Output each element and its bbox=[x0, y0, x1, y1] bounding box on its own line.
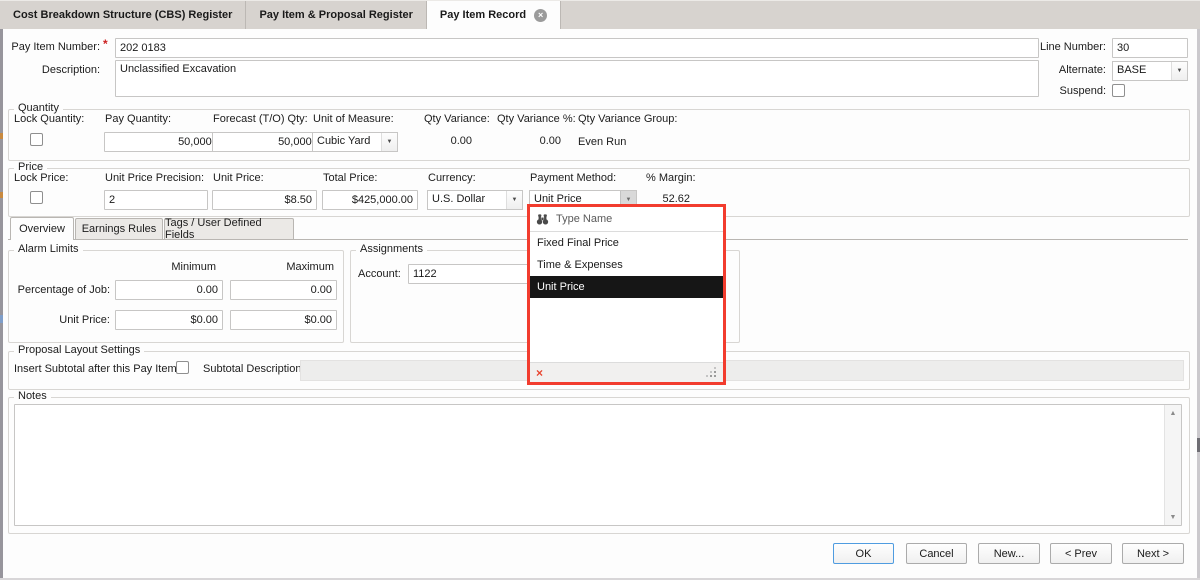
chevron-down-icon[interactable]: ▼ bbox=[1171, 62, 1187, 80]
qty-variance-value: 0.00 bbox=[424, 135, 472, 147]
binoculars-find-icon bbox=[536, 214, 549, 225]
account-label: Account: bbox=[358, 268, 401, 280]
pay-item-number-input[interactable] bbox=[115, 38, 1039, 58]
total-price-label: Total Price: bbox=[323, 172, 377, 184]
new-button[interactable]: New... bbox=[978, 543, 1040, 564]
close-tab-icon[interactable]: × bbox=[534, 9, 547, 22]
currency-label: Currency: bbox=[428, 172, 476, 184]
unit-price-input[interactable] bbox=[212, 190, 317, 210]
line-number-label: Line Number: bbox=[1038, 41, 1106, 53]
suspend-checkbox[interactable] bbox=[1112, 84, 1125, 97]
edge-tick bbox=[0, 133, 3, 139]
cancel-button[interactable]: Cancel bbox=[906, 543, 967, 564]
dropdown-search-input[interactable] bbox=[554, 212, 717, 226]
qty-variance-group-label: Qty Variance Group: bbox=[578, 113, 677, 125]
line-number-input[interactable] bbox=[1112, 38, 1188, 58]
unit-price-label: Unit Price: bbox=[213, 172, 264, 184]
pay-item-number-label: Pay Item Number: bbox=[8, 41, 100, 53]
required-marker: * bbox=[103, 37, 108, 51]
notes-scrollbar[interactable]: ▲ ▼ bbox=[1164, 405, 1181, 525]
notes-legend: Notes bbox=[14, 390, 51, 402]
lock-price-checkbox[interactable] bbox=[30, 191, 43, 204]
dropdown-item-fixed-final-price[interactable]: Fixed Final Price bbox=[530, 232, 723, 254]
dropdown-search-row bbox=[530, 207, 723, 232]
unit-of-measure-combo[interactable]: Cubic Yard ▼ bbox=[312, 132, 398, 152]
dropdown-footer: × bbox=[530, 362, 723, 382]
ok-button[interactable]: OK bbox=[833, 543, 894, 564]
subtotal-description-input[interactable] bbox=[300, 360, 1184, 381]
unit-price-precision-input[interactable] bbox=[104, 190, 208, 210]
insert-subtotal-checkbox[interactable] bbox=[176, 361, 189, 374]
minimum-header: Minimum bbox=[113, 261, 216, 273]
scroll-down-icon[interactable]: ▼ bbox=[1165, 509, 1181, 525]
notes-input[interactable] bbox=[14, 404, 1182, 526]
window-left-edge bbox=[0, 29, 3, 580]
assignments-legend: Assignments bbox=[356, 243, 427, 255]
alarm-limits-legend: Alarm Limits bbox=[14, 243, 83, 255]
total-price-input[interactable] bbox=[322, 190, 418, 210]
qty-variance-group-value: Even Run bbox=[578, 136, 626, 148]
unit-of-measure-label: Unit of Measure: bbox=[313, 113, 394, 125]
payment-method-label: Payment Method: bbox=[530, 172, 616, 184]
price-legend: Price bbox=[14, 161, 47, 173]
pay-item-record-window: Cost Breakdown Structure (CBS) Register … bbox=[0, 0, 1200, 580]
tab-cbs-register[interactable]: Cost Breakdown Structure (CBS) Register bbox=[0, 1, 246, 29]
lock-quantity-label: Lock Quantity: bbox=[14, 113, 84, 125]
tab-pay-item-proposal-register[interactable]: Pay Item & Proposal Register bbox=[246, 1, 426, 29]
suspend-label: Suspend: bbox=[1038, 85, 1106, 97]
next-button[interactable]: Next > bbox=[1122, 543, 1184, 564]
resize-grip[interactable] bbox=[707, 368, 717, 378]
clear-selection-icon[interactable]: × bbox=[536, 367, 543, 379]
percentage-of-job-label: Percentage of Job: bbox=[8, 284, 110, 296]
lock-quantity-checkbox[interactable] bbox=[30, 133, 43, 146]
pct-job-min-input[interactable] bbox=[115, 280, 223, 300]
unit-price-max-input[interactable] bbox=[230, 310, 337, 330]
qty-variance-pct-label: Qty Variance %: bbox=[497, 113, 576, 125]
subtab-earnings-rules[interactable]: Earnings Rules bbox=[75, 218, 163, 239]
subtab-tags-user-defined-fields[interactable]: Tags / User Defined Fields bbox=[164, 218, 294, 239]
chevron-down-icon[interactable]: ▼ bbox=[506, 191, 522, 209]
pct-job-max-input[interactable] bbox=[230, 280, 337, 300]
subtotal-description-label: Subtotal Description: bbox=[203, 363, 305, 375]
edge-tick bbox=[0, 315, 3, 323]
quantity-legend: Quantity bbox=[14, 102, 63, 114]
description-input[interactable]: Unclassified Excavation bbox=[115, 60, 1039, 97]
currency-combo[interactable]: U.S. Dollar ▼ bbox=[427, 190, 523, 210]
proposal-layout-legend: Proposal Layout Settings bbox=[14, 344, 144, 356]
alarm-unit-price-label: Unit Price: bbox=[8, 314, 110, 326]
chevron-down-icon[interactable]: ▼ bbox=[381, 133, 397, 151]
alternate-label: Alternate: bbox=[1038, 64, 1106, 76]
document-tab-bar: Cost Breakdown Structure (CBS) Register … bbox=[0, 0, 1200, 29]
unit-price-min-input[interactable] bbox=[115, 310, 223, 330]
maximum-header: Maximum bbox=[230, 261, 334, 273]
description-label: Description: bbox=[8, 64, 100, 76]
unit-price-precision-label: Unit Price Precision: bbox=[105, 172, 204, 184]
payment-method-dropdown-popup: Fixed Final Price Time & Expenses Unit P… bbox=[527, 204, 726, 385]
subtab-overview[interactable]: Overview bbox=[10, 217, 74, 240]
alternate-combo[interactable]: BASE ▼ bbox=[1112, 61, 1188, 81]
forecast-qty-label: Forecast (T/O) Qty: bbox=[213, 113, 308, 125]
insert-subtotal-label: Insert Subtotal after this Pay Item? bbox=[14, 363, 183, 375]
dropdown-item-time-expenses[interactable]: Time & Expenses bbox=[530, 254, 723, 276]
prev-button[interactable]: < Prev bbox=[1050, 543, 1112, 564]
edge-tick bbox=[0, 192, 3, 198]
scroll-up-icon[interactable]: ▲ bbox=[1165, 405, 1181, 421]
pay-quantity-label: Pay Quantity: bbox=[105, 113, 171, 125]
qty-variance-pct-value: 0.00 bbox=[497, 135, 561, 147]
lock-price-label: Lock Price: bbox=[14, 172, 68, 184]
tab-pay-item-record[interactable]: Pay Item Record × bbox=[427, 1, 561, 29]
qty-variance-label: Qty Variance: bbox=[424, 113, 490, 125]
dropdown-item-unit-price[interactable]: Unit Price bbox=[530, 276, 723, 298]
margin-label: % Margin: bbox=[646, 172, 696, 184]
